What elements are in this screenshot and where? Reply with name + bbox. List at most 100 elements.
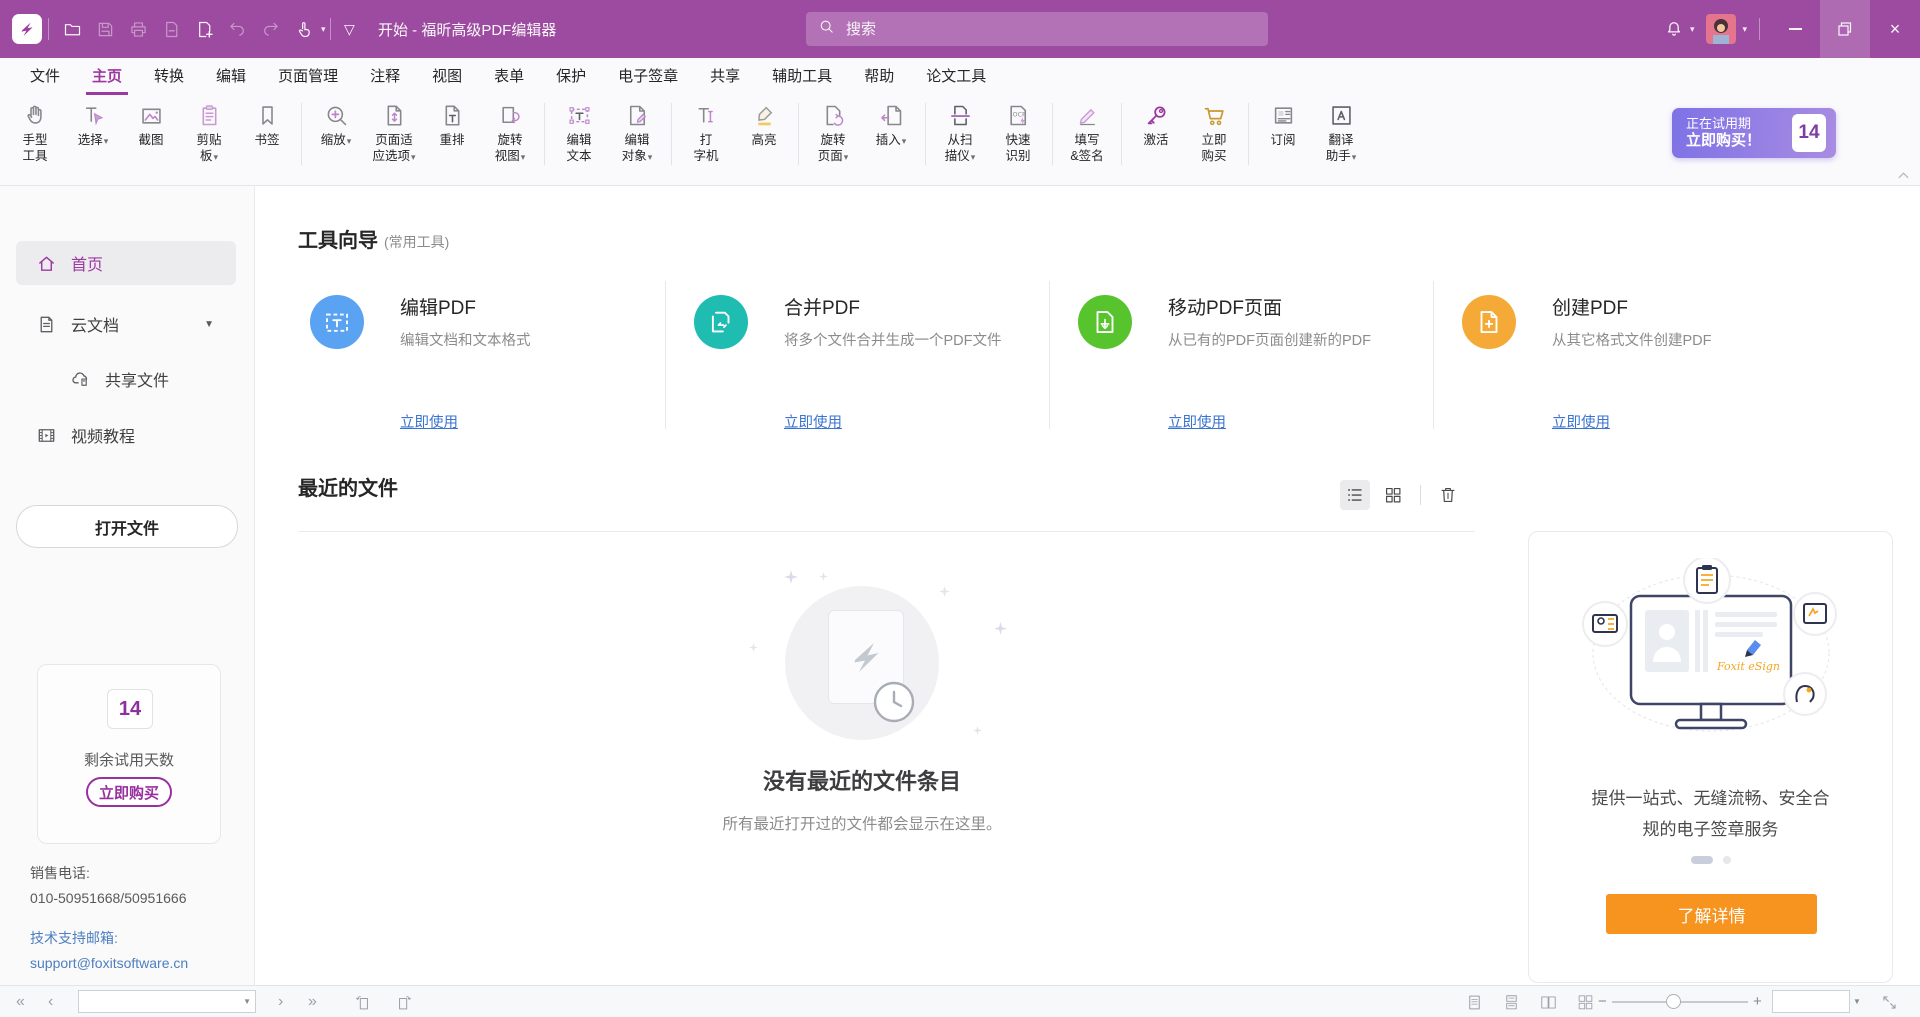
sidebar-item-home[interactable]: 首页 (16, 241, 236, 285)
use-now-link[interactable]: 立即使用 (784, 411, 842, 432)
ribbon-button-highlight[interactable]: 高亮 (735, 95, 793, 164)
zoom-out-button[interactable]: − (1598, 986, 1607, 1017)
hand-tool-caret-icon[interactable]: ▾ (321, 24, 326, 35)
first-page-button[interactable]: « (16, 986, 25, 1017)
ribbon-button-activate-key[interactable]: 激活 (1127, 95, 1185, 164)
next-page-button[interactable]: › (278, 986, 283, 1017)
ribbon-button-edit-object[interactable]: 编辑对象▾ (608, 95, 666, 165)
page-number-input-wrap: ▼ (78, 990, 256, 1013)
rotate-right-button[interactable] (392, 991, 414, 1013)
ribbon-button-translate[interactable]: 翻译助手▾ (1312, 95, 1370, 165)
search-input[interactable] (844, 20, 1256, 39)
menu-item-4[interactable]: 页面管理 (272, 58, 344, 95)
maximize-restore-button[interactable] (1820, 0, 1870, 58)
sidebar-item-shared-files[interactable]: 共享文件 (16, 357, 236, 401)
tools-title-text: 工具向导 (298, 230, 378, 252)
search-input-wrap[interactable] (806, 12, 1268, 46)
dropdown-caret-icon: ▾ (648, 152, 653, 162)
folder-open-icon[interactable] (56, 10, 89, 48)
menu-item-9[interactable]: 电子签章 (612, 58, 684, 95)
close-button[interactable]: × (1870, 0, 1920, 58)
learn-more-button[interactable]: 了解详情 (1606, 894, 1817, 934)
ribbon: 手型工具选择▾截图剪贴板▾书签缩放▾页面适应选项▾重排旋转视图▾编辑文本编辑对象… (0, 95, 1920, 186)
ribbon-button-rotate-pages[interactable]: 旋转页面▾ (804, 95, 862, 165)
ribbon-button-ocr[interactable]: OCR快速识别 (989, 95, 1047, 165)
ribbon-button-fit-page[interactable]: 页面适应选项▾ (365, 95, 423, 165)
menu-item-8[interactable]: 保护 (550, 58, 592, 95)
sidebar-item-cloud-doc[interactable]: 云文档▼ (16, 302, 236, 346)
titlebar: ▾ ▽ 开始 - 福昕高级PDF编辑器 ▾ ▾ × (0, 0, 1920, 58)
menu-item-10[interactable]: 共享 (704, 58, 746, 95)
last-page-button[interactable]: » (308, 986, 317, 1017)
ribbon-button-zoom[interactable]: 缩放▾ (307, 95, 365, 165)
ribbon-button-clipboard[interactable]: 剪贴板▾ (180, 95, 238, 165)
buy-now-button[interactable]: 立即购买 (86, 777, 172, 807)
use-now-link[interactable]: 立即使用 (1552, 411, 1610, 432)
menu-item-6[interactable]: 视图 (426, 58, 468, 95)
ribbon-button-typewriter[interactable]: 打字机 (677, 95, 735, 164)
menu-item-0[interactable]: 文件 (24, 58, 66, 95)
tool-card-move-pages[interactable]: 移动PDF页面从已有的PDF页面创建新的PDF立即使用 (1066, 281, 1426, 431)
previous-page-button[interactable]: ‹ (48, 986, 53, 1017)
trial-buy-badge[interactable]: 正在试用期 立即购买！ 14 (1672, 108, 1836, 158)
menu-item-12[interactable]: 帮助 (858, 58, 900, 95)
ribbon-button-select-cursor[interactable]: 选择▾ (64, 95, 122, 165)
print-icon (122, 10, 155, 48)
ribbon-button-buy-cart[interactable]: 立即购买 (1185, 95, 1243, 164)
clear-recent-button[interactable] (1433, 480, 1463, 510)
ribbon-label-line: 旋转 (820, 133, 845, 147)
use-now-link[interactable]: 立即使用 (1168, 411, 1226, 432)
continuous-view-button[interactable] (1500, 991, 1522, 1013)
ribbon-group-1: 缩放▾页面适应选项▾重排旋转视图▾ (307, 95, 539, 165)
ribbon-button-bookmark[interactable]: 书签 (238, 95, 296, 165)
minimize-button[interactable] (1770, 0, 1820, 58)
carousel-dot-active[interactable] (1691, 856, 1713, 864)
support-email-link[interactable]: support@foxitsoftware.cn (30, 952, 188, 974)
notifications-bell-icon[interactable] (1659, 0, 1689, 58)
add-page-icon[interactable] (188, 10, 221, 48)
list-view-button[interactable] (1340, 480, 1370, 510)
rotate-left-button[interactable] (352, 991, 374, 1013)
menu-item-3[interactable]: 编辑 (210, 58, 252, 95)
customize-toolbar-dropdown-icon[interactable]: ▽ (344, 0, 355, 58)
collapse-ribbon-icon[interactable] (1894, 168, 1912, 182)
ribbon-button-hand-tool[interactable]: 手型工具 (6, 95, 64, 165)
menu-item-7[interactable]: 表单 (488, 58, 530, 95)
fit-window-button[interactable] (1878, 991, 1900, 1013)
zoom-dropdown-caret-icon[interactable]: ▼ (1853, 986, 1861, 1017)
menu-item-1[interactable]: 主页 (86, 58, 128, 95)
ribbon-button-scanner[interactable]: 从扫描仪▾ (931, 95, 989, 165)
ribbon-button-subscribe[interactable]: 订阅 (1254, 95, 1312, 165)
page-dropdown-caret-icon[interactable]: ▼ (243, 997, 251, 1006)
avatar[interactable] (1706, 14, 1736, 44)
ribbon-label-line: 对象 (622, 149, 647, 163)
use-now-link[interactable]: 立即使用 (400, 411, 458, 432)
ribbon-button-snapshot[interactable]: 截图 (122, 95, 180, 165)
menu-item-2[interactable]: 转换 (148, 58, 190, 95)
ribbon-button-fill-sign[interactable]: 填写&签名 (1058, 95, 1116, 164)
tool-card-edit-pdf[interactable]: 编辑PDF编辑文档和文本格式立即使用 (298, 281, 658, 431)
sidebar-item-video-tutorial[interactable]: 视频教程 (16, 413, 236, 457)
page-number-input[interactable] (79, 995, 243, 1009)
menu-item-11[interactable]: 辅助工具 (766, 58, 838, 95)
ribbon-button-insert-page[interactable]: 插入▾ (862, 95, 920, 165)
grid-view-button[interactable] (1378, 480, 1408, 510)
hand-pointer-icon[interactable] (287, 10, 320, 48)
single-page-view-button[interactable] (1463, 991, 1485, 1013)
ribbon-button-edit-text[interactable]: 编辑文本 (550, 95, 608, 165)
open-file-button[interactable]: 打开文件 (16, 505, 238, 548)
notifications-caret-icon[interactable]: ▾ (1690, 24, 1695, 35)
expand-caret-icon[interactable]: ▼ (204, 319, 214, 330)
zoom-slider-handle[interactable] (1666, 994, 1681, 1009)
facing-continuous-view-button[interactable] (1574, 991, 1596, 1013)
account-caret-icon[interactable]: ▾ (1742, 24, 1747, 35)
ribbon-button-rotate-view[interactable]: 旋转视图▾ (481, 95, 539, 165)
tool-card-create-pdf[interactable]: 创建PDF从其它格式文件创建PDF立即使用 (1450, 281, 1810, 431)
facing-view-button[interactable] (1537, 991, 1559, 1013)
menu-item-5[interactable]: 注释 (364, 58, 406, 95)
ribbon-button-reflow[interactable]: 重排 (423, 95, 481, 165)
zoom-in-button[interactable]: + (1753, 986, 1762, 1017)
tool-card-merge-pdf[interactable]: 合并PDF将多个文件合并生成一个PDF文件立即使用 (682, 281, 1042, 431)
menu-item-13[interactable]: 论文工具 (920, 58, 992, 95)
carousel-dot[interactable] (1723, 856, 1731, 864)
